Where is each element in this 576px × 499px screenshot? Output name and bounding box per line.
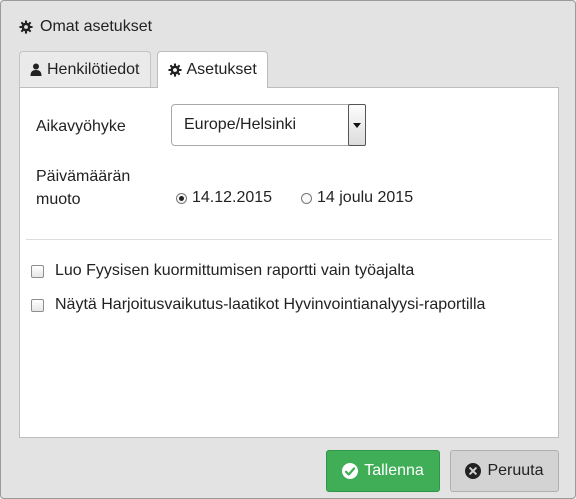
- settings-panel: Aikavyöhyke Europe/Helsinki Päivämäärän …: [19, 87, 559, 438]
- chevron-down-icon[interactable]: [348, 104, 366, 146]
- timezone-select[interactable]: Europe/Helsinki: [171, 104, 366, 146]
- cancel-label: Peruuta: [487, 462, 544, 479]
- timezone-label: Aikavyöhyke: [36, 118, 126, 135]
- radio-button[interactable]: [301, 192, 312, 204]
- checkbox[interactable]: [31, 298, 44, 312]
- date-format-option-numeric[interactable]: 14.12.2015: [176, 189, 272, 207]
- date-format-label: Päivämäärän muoto: [36, 168, 131, 208]
- checkbox-label: Luo Fyysisen kuormittumisen raportti vai…: [55, 262, 415, 279]
- save-label: Tallenna: [364, 462, 424, 479]
- tab-asetukset[interactable]: Asetukset: [156, 51, 268, 88]
- gear-icon: [19, 20, 33, 34]
- user-icon: [30, 63, 42, 76]
- radio-button[interactable]: [176, 192, 187, 204]
- date-format-option-text[interactable]: 14 joulu 2015: [301, 189, 413, 207]
- tab-henkilotiedot[interactable]: Henkilötiedot: [19, 51, 151, 87]
- dialog-header: Omat asetukset: [19, 18, 152, 36]
- settings-dialog: Omat asetukset Henkilötiedot Asetukset A…: [0, 0, 576, 499]
- tab-bar: Henkilötiedot Asetukset: [19, 51, 268, 88]
- checkbox-training-effect[interactable]: Näytä Harjoitusvaikutus-laatikot Hyvinvo…: [31, 296, 485, 314]
- cancel-button[interactable]: Peruuta: [450, 450, 559, 492]
- checkbox-workhours-report[interactable]: Luo Fyysisen kuormittumisen raportti vai…: [31, 262, 414, 280]
- radio-label: 14.12.2015: [192, 189, 273, 206]
- tab-label: Henkilötiedot: [47, 60, 140, 78]
- checkbox[interactable]: [31, 264, 44, 278]
- save-button[interactable]: Tallenna: [326, 450, 440, 492]
- dialog-title: Omat asetukset: [40, 18, 153, 35]
- checkbox-label: Näytä Harjoitusvaikutus-laatikot Hyvinvo…: [55, 296, 486, 313]
- check-circle-icon: [342, 463, 359, 479]
- timezone-value: Europe/Helsinki: [184, 116, 297, 133]
- times-circle-icon: [465, 463, 482, 479]
- tab-label: Asetukset: [186, 61, 257, 78]
- divider: [26, 239, 552, 240]
- gear-icon: [167, 63, 182, 77]
- radio-label: 14 joulu 2015: [317, 189, 414, 206]
